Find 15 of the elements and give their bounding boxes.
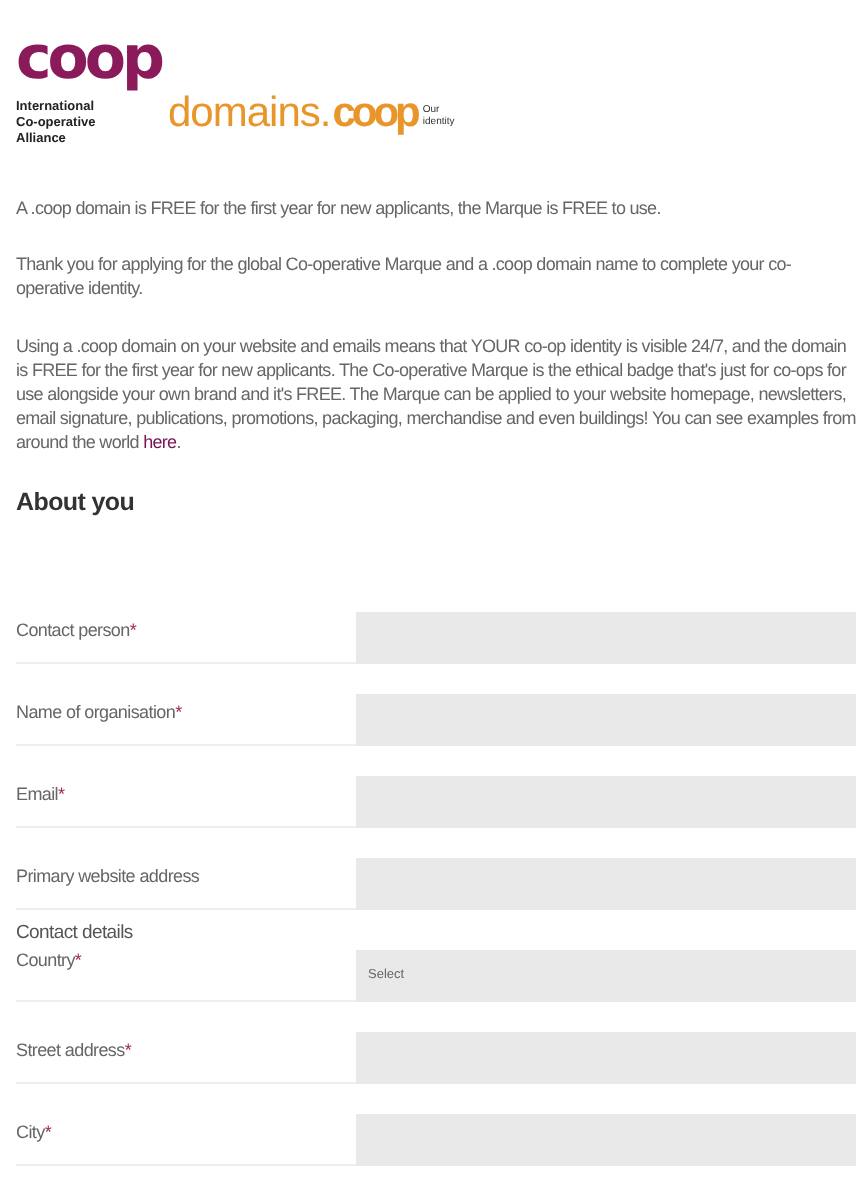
intro-paragraph: Using a .coop domain on your website and emails means that YOUR co-op identity is visible 24/7, and the domain is FREE for the first year for new applicants. The Co-operative Marque is the ethical badge that's just for co-ops for use alongside your own brand and it's FREE. The Marque can be applied to your website homepage, newsletters, email signature, publications, promotions, packaging, merchandise and even buildings! You can see examples from around the world here. (16, 333, 856, 456)
field-label: Street address* (16, 1039, 132, 1060)
group-heading: Contact details (16, 921, 135, 944)
intro-paragraph: A .coop domain is FREE for the first year for new applicants, the Marque is FREE to use. (16, 196, 663, 221)
here-link[interactable]: here (143, 432, 177, 453)
coop-logo: coop (16, 24, 164, 96)
intro-paragraph: Thank you for applying for the global Co-operative Marque and a .coop domain name to complete your co-operative identity. (16, 252, 794, 302)
field-label: Name of organisation* (16, 701, 182, 722)
field-label: Primary website address (16, 865, 200, 886)
field-label: City* (16, 1121, 52, 1142)
field-label: Country* (16, 949, 82, 970)
field-label: Contact person* (16, 619, 137, 640)
field-label: Email* (16, 783, 65, 804)
section-heading: About you (16, 487, 137, 516)
domains-logo: domains.coop (168, 92, 417, 136)
